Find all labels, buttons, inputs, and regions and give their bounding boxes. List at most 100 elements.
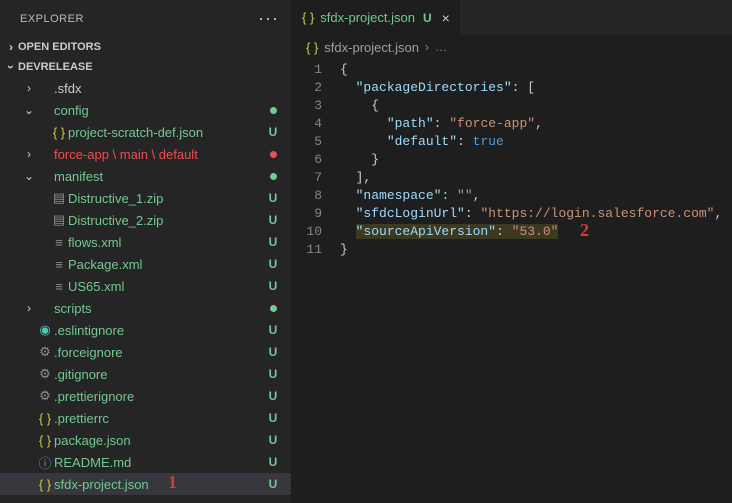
file-item[interactable]: { } .prettierrc U (0, 407, 291, 429)
chevron-right-icon: › (425, 40, 429, 54)
line-number: 5 (292, 133, 322, 151)
eslint-icon: ◉ (36, 322, 54, 338)
folder-item[interactable]: › scripts (0, 297, 291, 319)
close-icon[interactable]: × (442, 10, 450, 26)
git-status-untracked: U (265, 125, 281, 139)
gear-icon: ⚙ (36, 388, 54, 404)
file-label: .gitignore (54, 367, 265, 382)
project-label: DEVRELEASE (18, 61, 93, 73)
line-gutter: 1234567891011 (292, 61, 340, 503)
file-label: .eslintignore (54, 323, 265, 338)
file-item[interactable]: ≡ flows.xml U (0, 231, 291, 253)
line-number: 2 (292, 79, 322, 97)
json-icon: { } (50, 125, 68, 140)
breadcrumb-file: sfdx-project.json (324, 40, 419, 55)
folder-item[interactable]: › force-app \ main \ default (0, 143, 291, 165)
git-status-untracked: U (265, 323, 281, 337)
gear-icon: ⚙ (36, 344, 54, 360)
file-label: Distructive_2.zip (68, 213, 265, 228)
open-editors-section[interactable]: › OPEN EDITORS (0, 37, 291, 57)
file-label: US65.xml (68, 279, 265, 294)
annotation-2: 2 (580, 221, 589, 239)
file-label: .sfdx (54, 81, 265, 96)
tab-filename: sfdx-project.json (320, 10, 415, 25)
file-label: .prettierignore (54, 389, 265, 404)
file-item[interactable]: ≡ US65.xml U (0, 275, 291, 297)
explorer-title: EXPLORER (20, 13, 84, 25)
chevron-right-icon: › (4, 40, 18, 54)
zip-icon: ▤ (50, 212, 68, 228)
project-section[interactable]: › DEVRELEASE (0, 57, 291, 77)
file-label: Distructive_1.zip (68, 191, 265, 206)
file-item[interactable]: { } sfdx-project.json U 1 (0, 473, 291, 495)
chevron-down-icon: ⌄ (22, 169, 36, 183)
file-label: .prettierrc (54, 411, 265, 426)
file-item[interactable]: ⓘ README.md U (0, 451, 291, 473)
line-number: 3 (292, 97, 322, 115)
git-status-untracked: U (265, 433, 281, 447)
git-status-dot (265, 173, 281, 180)
file-label: flows.xml (68, 235, 265, 250)
file-item[interactable]: ▤ Distructive_1.zip U (0, 187, 291, 209)
file-item[interactable]: ⚙ .forceignore U (0, 341, 291, 363)
tab-sfdx-project[interactable]: { } sfdx-project.json U × (292, 0, 461, 35)
git-status-untracked: U (265, 389, 281, 403)
line-number: 9 (292, 205, 322, 223)
folder-item[interactable]: ⌄ manifest (0, 165, 291, 187)
xml-icon: ≡ (50, 257, 68, 272)
xml-icon: ≡ (50, 279, 68, 294)
code-content[interactable]: { "packageDirectories": [ { "path": "for… (340, 61, 732, 503)
xml-icon: ≡ (50, 235, 68, 250)
json-icon: { } (36, 477, 54, 492)
chevron-down-icon: ⌄ (22, 103, 36, 117)
breadcrumb[interactable]: { } sfdx-project.json › … (292, 35, 732, 59)
file-label: README.md (54, 455, 265, 470)
info-icon: ⓘ (36, 453, 54, 472)
more-actions-icon[interactable]: ··· (258, 8, 279, 29)
file-item[interactable]: ▤ Distructive_2.zip U (0, 209, 291, 231)
file-label: manifest (54, 169, 265, 184)
git-status-untracked: U (265, 455, 281, 469)
code-editor[interactable]: 1234567891011 { "packageDirectories": [ … (292, 59, 732, 503)
line-number: 1 (292, 61, 322, 79)
file-item[interactable]: ≡ Package.xml U (0, 253, 291, 275)
git-status-untracked: U (265, 411, 281, 425)
file-item[interactable]: ⚙ .prettierignore U (0, 385, 291, 407)
chevron-right-icon: › (22, 147, 36, 161)
editor-area: { } sfdx-project.json U × { } sfdx-proje… (292, 0, 732, 503)
file-label: force-app \ main \ default (54, 147, 265, 162)
explorer-header: EXPLORER ··· (0, 0, 291, 37)
git-status-untracked: U (265, 367, 281, 381)
file-label: package.json (54, 433, 265, 448)
git-status-untracked: U (265, 345, 281, 359)
file-label: config (54, 103, 265, 118)
git-status-untracked: U (265, 279, 281, 293)
git-status-untracked: U (265, 191, 281, 205)
tab-bar: { } sfdx-project.json U × (292, 0, 732, 35)
file-item[interactable]: ◉ .eslintignore U (0, 319, 291, 341)
git-status-dot (265, 151, 281, 158)
breadcrumb-more: … (435, 40, 447, 54)
line-number: 6 (292, 151, 322, 169)
git-status-untracked: U (265, 235, 281, 249)
file-label: Package.xml (68, 257, 265, 272)
line-number: 4 (292, 115, 322, 133)
file-item[interactable]: { } package.json U (0, 429, 291, 451)
git-status-untracked: U (265, 477, 281, 491)
folder-item[interactable]: ⌄ config (0, 99, 291, 121)
explorer-sidebar: EXPLORER ··· › OPEN EDITORS › DEVRELEASE… (0, 0, 292, 503)
git-status-dot (265, 107, 281, 114)
file-item[interactable]: ⚙ .gitignore U (0, 363, 291, 385)
file-label: project-scratch-def.json (68, 125, 265, 140)
json-icon: { } (306, 40, 318, 55)
chevron-right-icon: › (22, 81, 36, 95)
git-status-dot (265, 305, 281, 312)
line-number: 10 (292, 223, 322, 241)
file-label: .forceignore (54, 345, 265, 360)
zip-icon: ▤ (50, 190, 68, 206)
gear-icon: ⚙ (36, 366, 54, 382)
folder-item[interactable]: › .sfdx (0, 77, 291, 99)
chevron-right-icon: › (22, 301, 36, 315)
git-status-untracked: U (265, 213, 281, 227)
file-item[interactable]: { } project-scratch-def.json U (0, 121, 291, 143)
